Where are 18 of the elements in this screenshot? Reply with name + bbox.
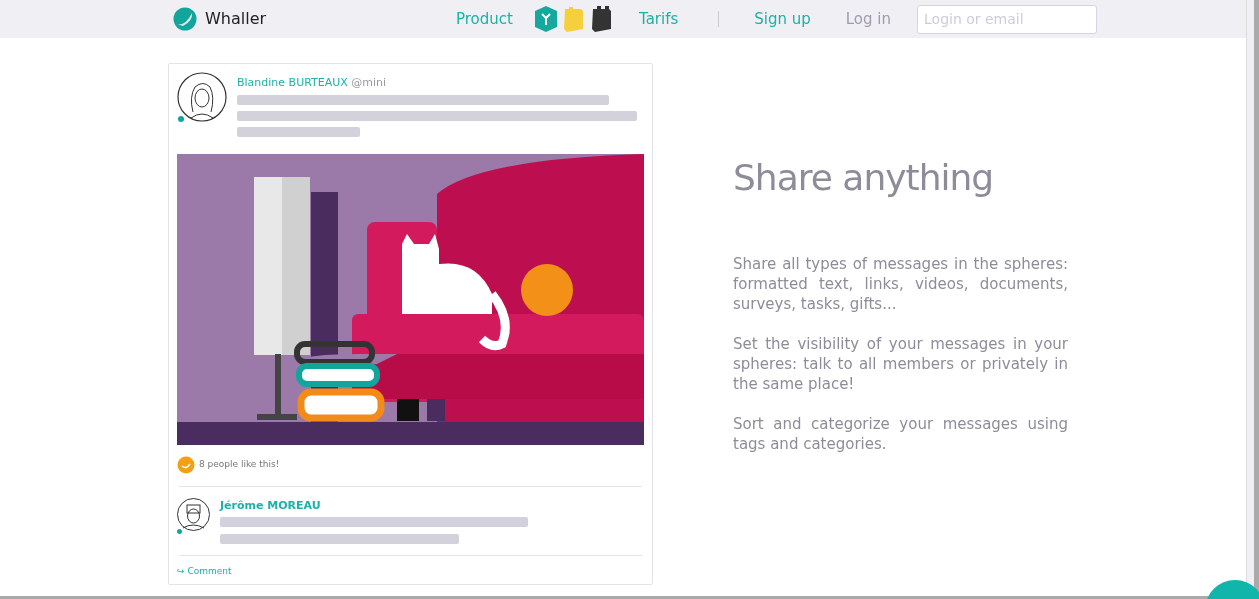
likes-count: 8 people like this!	[199, 457, 280, 471]
commenter-name[interactable]: Jérôme MOREAU	[220, 497, 644, 514]
avatar-icon	[177, 497, 210, 531]
comment-link[interactable]: ↪ Comment	[177, 565, 232, 579]
log-in-link[interactable]: Log in	[845, 7, 891, 31]
nav-link[interactable]: Product	[456, 7, 513, 31]
feature-description: Share all types of messages in the spheres: formatted text, links, videos, documents, surveys, tasks, gifts...	[733, 254, 1068, 314]
feature-description: Sort and categorize your messages using tags and categories.	[733, 414, 1068, 454]
author-name[interactable]: Blandine BURTEAUX	[237, 76, 348, 89]
smiley-icon	[177, 455, 195, 474]
nav-link[interactable]: Tarifs	[638, 7, 679, 31]
avatar-icon	[177, 72, 227, 122]
author-handle: @mini	[351, 76, 387, 89]
sign-up-link[interactable]: Sign up	[754, 7, 811, 31]
logo-text: Whaller	[205, 8, 267, 30]
feature-title: Share anything	[733, 157, 995, 199]
feature-description: Set the visibility of your messages in your spheres: talk to all members or privately in the same place!	[733, 334, 1068, 394]
logo-icon	[173, 7, 197, 31]
